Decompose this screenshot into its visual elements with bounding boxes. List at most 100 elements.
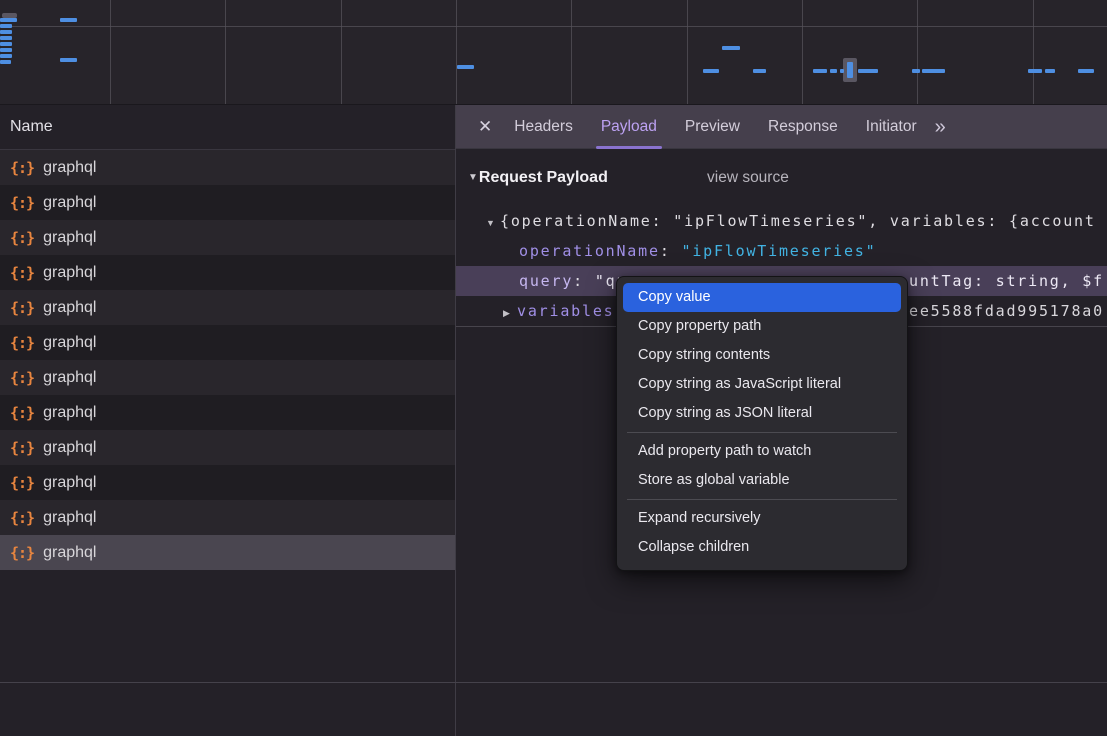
menu-item-copy-string-as-json-literal[interactable]: Copy string as JSON literal [623,399,901,428]
json-braces-icon: {:} [10,159,34,177]
request-name-label: graphql [43,474,96,492]
tab-initiator[interactable]: Initiator [852,105,931,149]
menu-item-copy-property-path[interactable]: Copy property path [623,312,901,341]
timeline-bar [60,18,77,22]
timeline-gridline [571,0,572,104]
menu-item-copy-string-as-javascript-literal[interactable]: Copy string as JavaScript literal [623,370,901,399]
tab-preview[interactable]: Preview [671,105,754,149]
network-overview[interactable] [0,0,1107,105]
request-row[interactable]: {:}graphql [0,465,455,500]
timeline-bar [0,30,12,34]
json-braces-icon: {:} [10,229,34,247]
colon: : [573,272,595,290]
menu-item-expand-recursively[interactable]: Expand recursively [623,504,901,533]
request-name-label: graphql [43,264,96,282]
request-row[interactable]: {:} graphql [0,360,455,395]
tab-headers[interactable]: Headers [500,105,587,149]
menu-separator [627,499,897,500]
colon: : [660,242,682,260]
request-row[interactable]: {:}graphql [0,535,455,570]
timeline-gridline [1033,0,1034,104]
timeline-bar [912,69,920,73]
request-payload-section-header[interactable]: ▼Request Payload [468,165,608,191]
request-row[interactable]: {:} graphql [0,395,455,430]
request-name-label: graphql [43,439,96,457]
menu-separator [627,432,897,433]
view-source-link[interactable]: view source [707,165,789,191]
json-braces-icon: {:} [10,299,34,317]
request-row[interactable]: {:} graphql [0,255,455,290]
timeline-bar [0,36,12,40]
timeline-bar [922,69,945,73]
timeline-bar [0,18,17,22]
json-braces-icon: {:} [10,264,34,282]
tab-payload[interactable]: Payload [587,105,671,149]
request-name-label: graphql [43,404,96,422]
menu-item-add-property-path-to-watch[interactable]: Add property path to watch [623,437,901,466]
pane-splitter[interactable] [455,105,456,736]
json-braces-icon: {:} [10,439,34,457]
timeline-bar [753,69,766,73]
request-name-label: graphql [43,194,96,212]
request-row[interactable]: {:} graphql [0,290,455,325]
request-row[interactable]: {:} graphql [0,220,455,255]
timeline-gridline [110,0,111,104]
timeline-bar [703,69,719,73]
timeline-bar [813,69,827,73]
timeline-gridline [917,0,918,104]
timeline-bar [60,58,77,62]
json-braces-icon: {:} [10,334,34,352]
menu-item-copy-string-contents[interactable]: Copy string contents [623,341,901,370]
timeline-bar [1045,69,1055,73]
timeline-bar [0,42,12,46]
request-name-label: graphql [43,229,96,247]
timeline-bar [1078,69,1094,73]
property-key: variables [517,302,614,320]
property-key: operationName [519,242,660,260]
json-braces-icon: {:} [10,509,34,527]
request-row[interactable]: {:} graphql [0,500,455,535]
request-row[interactable]: {:} graphql [0,150,455,185]
menu-item-store-as-global-variable[interactable]: Store as global variable [623,466,901,495]
timeline-bar [0,60,11,64]
timeline-gridline [0,26,1107,27]
request-payload-title: Request Payload [479,169,608,186]
detail-tab-bar: ✕ HeadersPayloadPreviewResponseInitiator… [456,105,1107,149]
json-braces-icon: {:} [10,404,34,422]
timeline-bar [0,54,12,58]
request-row[interactable]: {:} graphql [0,430,455,465]
expander-down-icon: ▼ [486,208,500,236]
timeline-gridline [225,0,226,104]
property-value-end: untTag: string, $f [909,266,1104,296]
timeline-bar [0,24,12,28]
request-name-label: graphql [43,509,96,527]
name-column-header[interactable]: Name [0,105,455,150]
tab-strip: HeadersPayloadPreviewResponseInitiator [500,105,930,149]
devtools-window: Name ✕ HeadersPayloadPreviewResponseInit… [0,0,1107,736]
request-list: {:} graphql {:} graphql {:} graphql {:} graphql… [0,150,455,570]
request-name-label: graphql [43,334,96,352]
menu-item-collapse-children[interactable]: Collapse children [623,533,901,562]
request-name-label: graphql [43,299,96,317]
request-name-label: graphql [43,369,96,387]
tree-row-root[interactable]: ▼{operationName: "ipFlowTimeseries", var… [456,206,1107,236]
request-name-label: graphql [43,159,96,177]
timeline-bar [830,69,837,73]
tree-row-operationname[interactable]: operationName: "ipFlowTimeseries" [456,236,1107,266]
request-row[interactable]: {:} graphql [0,325,455,360]
timeline-bar [858,69,878,73]
request-row[interactable]: {:}graphql [0,185,455,220]
json-braces-icon: {:} [10,369,34,387]
request-name-label: graphql [43,544,96,562]
timeline-bar [0,48,12,52]
more-tabs-icon[interactable]: » [935,105,946,149]
timeline-bar [457,65,474,69]
property-preview-end: ee5588fdad995178a0 [909,296,1104,326]
timeline-gridline [802,0,803,104]
menu-item-copy-value[interactable]: Copy value [623,283,901,312]
collapse-triangle-icon: ▼ [468,172,478,183]
timeline-bar [847,62,853,78]
timeline-gridline [341,0,342,104]
close-icon[interactable]: ✕ [478,105,492,149]
tab-response[interactable]: Response [754,105,852,149]
